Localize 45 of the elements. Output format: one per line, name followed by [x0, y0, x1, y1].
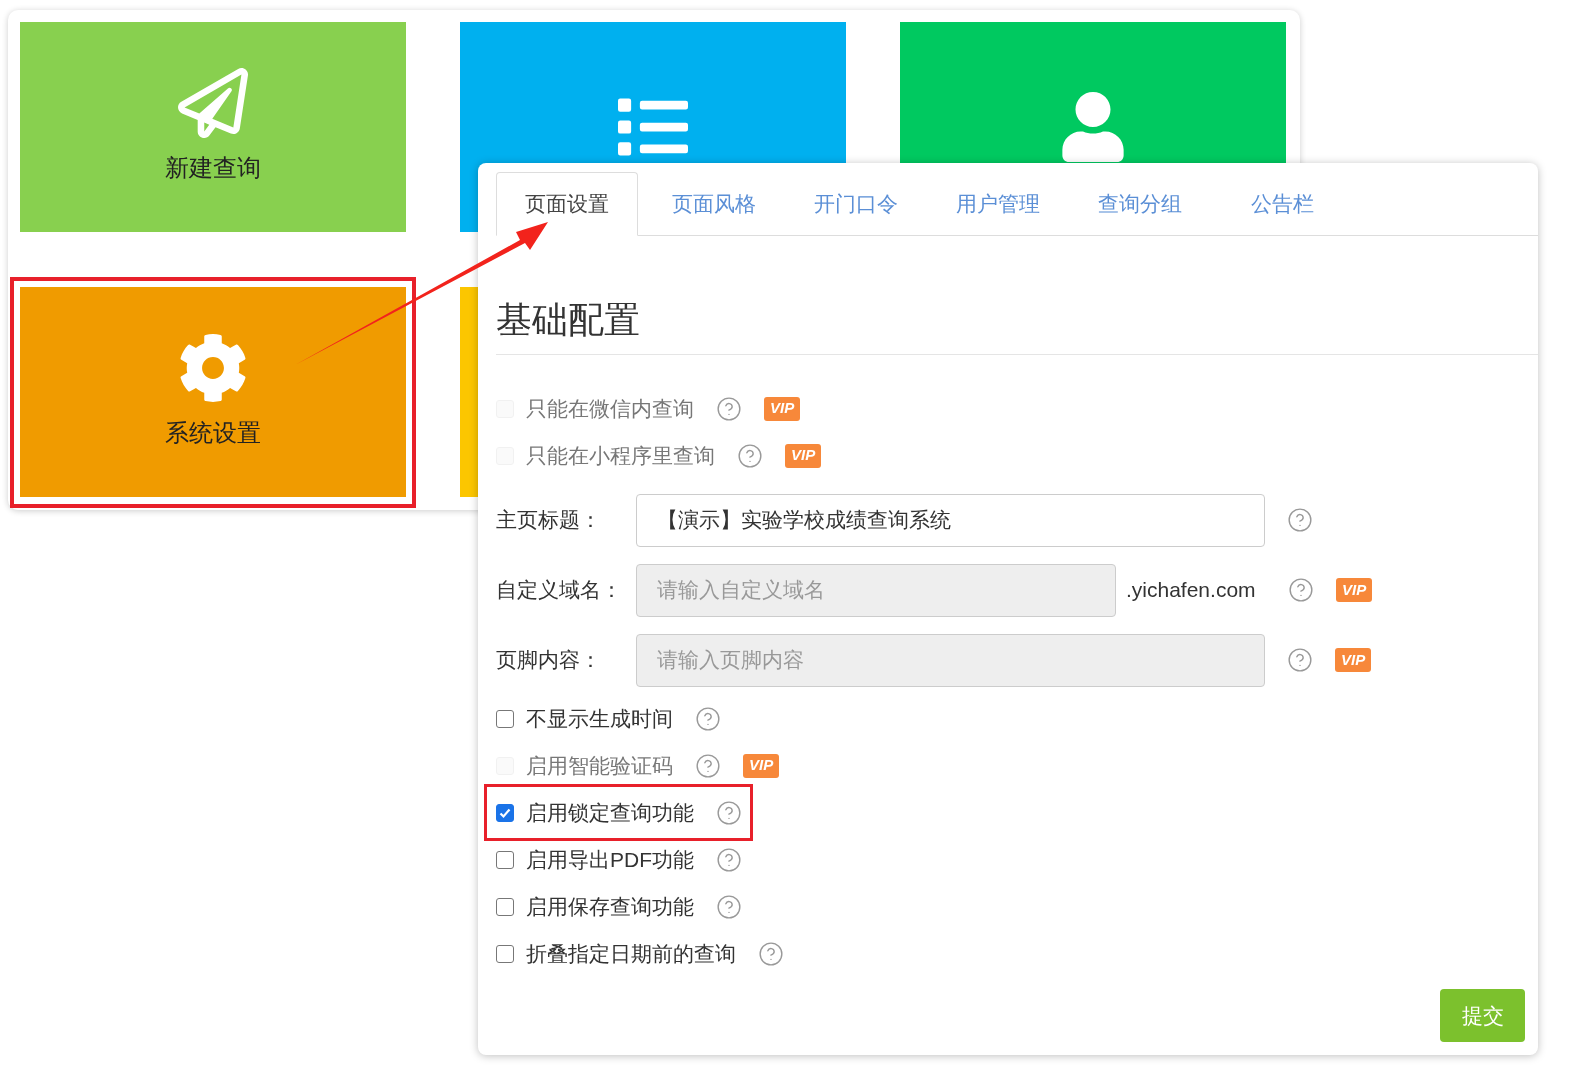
tile-label: 系统设置	[165, 417, 261, 448]
vip-badge: VIP	[1335, 648, 1372, 672]
help-icon[interactable]	[1288, 577, 1314, 603]
checkbox[interactable]	[496, 803, 514, 822]
checkbox[interactable]	[496, 897, 514, 916]
option-label: 只能在微信内查询	[526, 395, 694, 422]
checkbox[interactable]	[496, 944, 514, 963]
option-label: 折叠指定日期前的查询	[526, 940, 736, 967]
option-label: 只能在小程序里查询	[526, 442, 715, 469]
domain-suffix: .yichafen.com	[1126, 577, 1257, 604]
field-label: 自定义域名：	[496, 577, 623, 604]
help-icon[interactable]	[716, 846, 742, 873]
help-icon[interactable]	[1287, 507, 1313, 533]
option-label: 启用智能验证码	[526, 752, 673, 779]
vip-badge: VIP	[785, 443, 822, 468]
tab[interactable]: 页面风格	[643, 172, 785, 236]
option-label: 不显示生成时间	[526, 705, 673, 732]
tab[interactable]: 用户管理	[927, 172, 1069, 236]
option-label: 启用导出PDF功能	[526, 846, 694, 873]
checkbox[interactable]	[496, 850, 514, 869]
field-label: 页脚内容：	[496, 647, 602, 674]
paper-plane-icon	[178, 68, 248, 138]
field-label: 主页标题：	[496, 507, 602, 534]
tab[interactable]: 开门口令	[785, 172, 927, 236]
help-icon[interactable]	[695, 705, 721, 732]
help-icon[interactable]	[758, 940, 784, 967]
tile-label: 新建查询	[165, 153, 261, 183]
text-field[interactable]: 【演示】实验学校成绩查询系统	[636, 493, 1265, 547]
help-icon[interactable]	[716, 893, 742, 920]
dashboard-tile[interactable]: 系统设置	[20, 286, 406, 497]
checkbox[interactable]	[496, 709, 514, 728]
option-label: 启用保存查询功能	[526, 893, 694, 920]
help-icon[interactable]	[716, 799, 742, 826]
vip-badge: VIP	[764, 396, 801, 421]
option-label: 启用锁定查询功能	[526, 799, 694, 826]
submit-button[interactable]: 提交	[1440, 989, 1525, 1042]
dashboard-tile[interactable]: 新建查询	[20, 22, 406, 232]
help-icon[interactable]	[1287, 647, 1313, 673]
tab[interactable]: 查询分组	[1069, 172, 1211, 236]
vip-badge: VIP	[743, 753, 780, 778]
tab[interactable]: 公告栏	[1211, 172, 1353, 236]
gear-icon	[178, 332, 248, 403]
tab[interactable]: 页面设置	[496, 172, 638, 236]
vip-badge: VIP	[1336, 578, 1373, 602]
section-heading: 基础配置	[496, 298, 641, 342]
